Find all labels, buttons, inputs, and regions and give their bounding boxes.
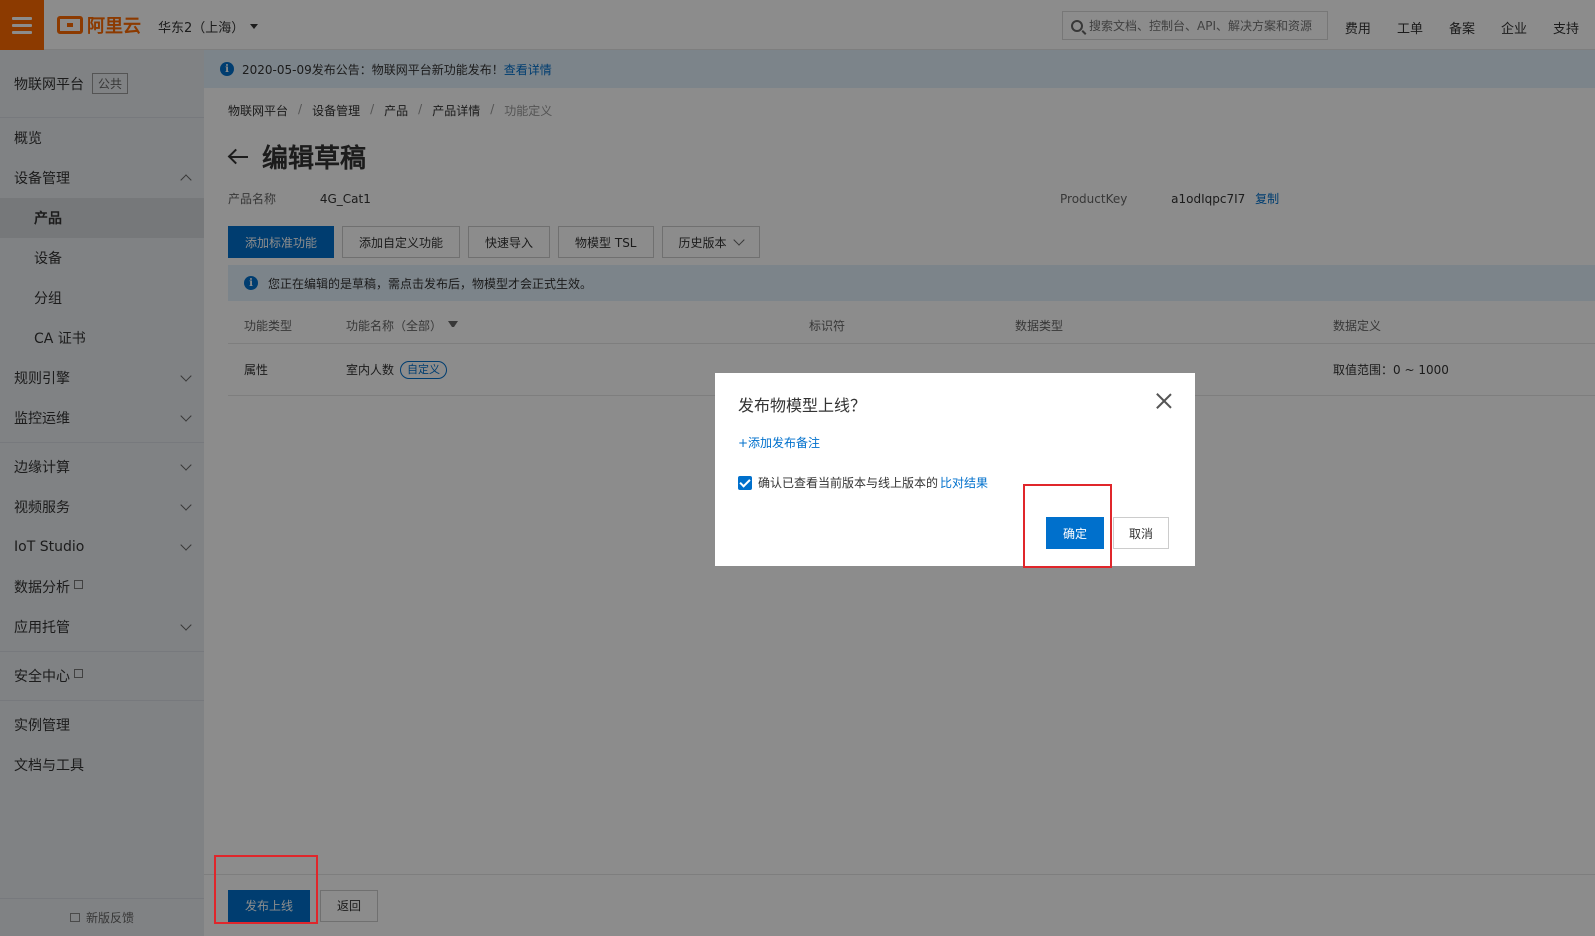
compare-result-link[interactable]: 比对结果 <box>940 474 988 491</box>
publish-dialog: 发布物模型上线？ +添加发布备注 确认已查看当前版本与线上版本的 比对结果 确定… <box>715 373 1195 566</box>
confirm-row: 确认已查看当前版本与线上版本的 比对结果 <box>738 474 988 491</box>
close-icon[interactable] <box>1156 393 1172 409</box>
highlight-box-confirm <box>1023 484 1112 568</box>
dialog-title: 发布物模型上线？ <box>738 396 867 415</box>
confirm-checkbox[interactable] <box>738 475 752 490</box>
confirm-text: 确认已查看当前版本与线上版本的 <box>758 476 939 490</box>
add-note-link[interactable]: +添加发布备注 <box>738 434 820 451</box>
highlight-box-publish <box>214 855 318 924</box>
cancel-button[interactable]: 取消 <box>1113 517 1169 549</box>
